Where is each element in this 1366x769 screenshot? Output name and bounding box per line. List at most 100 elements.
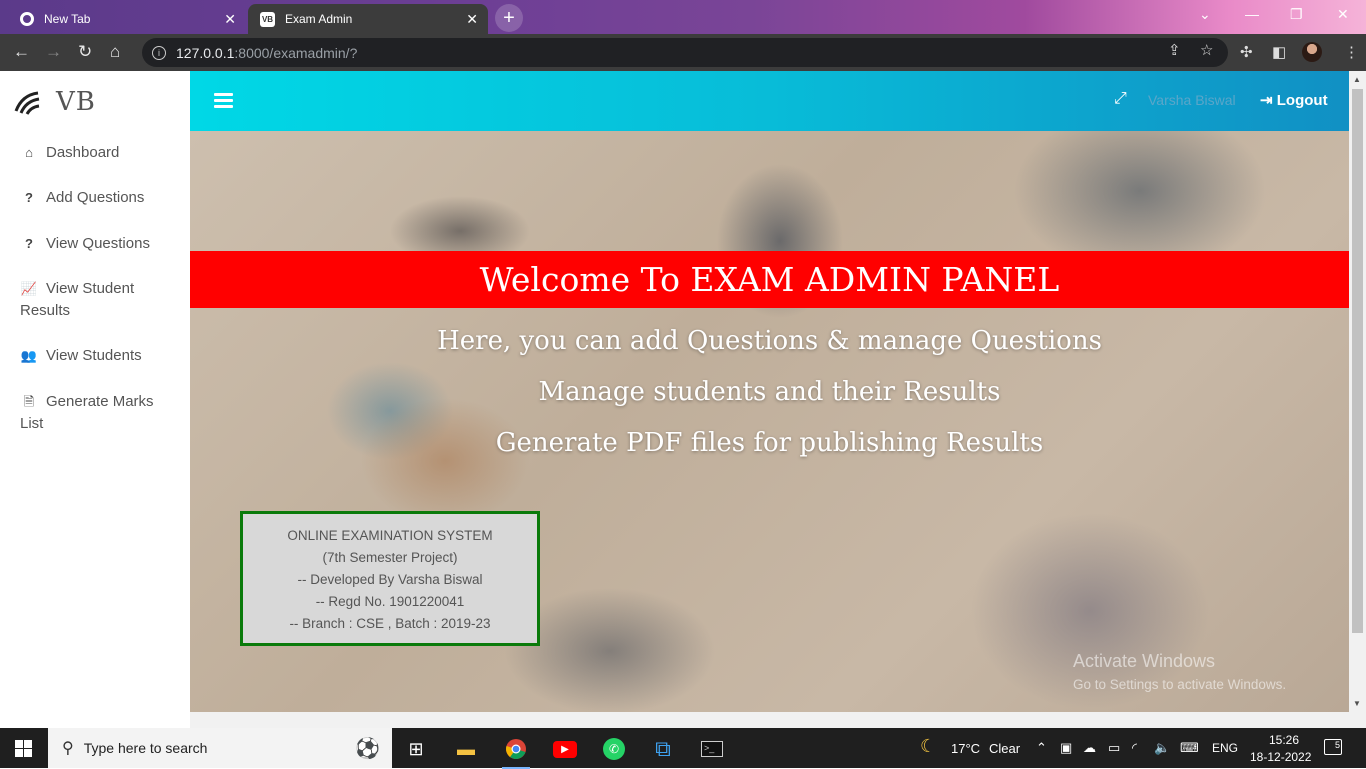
- project-info-box: ONLINE EXAMINATION SYSTEM (7th Semester …: [240, 511, 540, 646]
- question-icon: ?: [25, 190, 33, 205]
- sidebar-item-generate-marks-list[interactable]: 🗎 Generate Marks List: [20, 391, 180, 435]
- info-line: -- Branch : CSE , Batch : 2019-23: [289, 616, 491, 631]
- volume-icon[interactable]: 🔈: [1154, 740, 1170, 756]
- home-icon: ⌂: [25, 145, 33, 160]
- tab-close-icon[interactable]: ✕: [466, 11, 478, 28]
- onedrive-icon[interactable]: ☁: [1083, 740, 1096, 756]
- windows-start-icon[interactable]: [15, 740, 32, 757]
- profile-avatar[interactable]: [1302, 42, 1322, 62]
- weather-temp[interactable]: 17°C: [951, 741, 980, 756]
- notification-center-icon[interactable]: 5: [1324, 739, 1342, 755]
- fullscreen-icon[interactable]: ⤢: [1114, 90, 1127, 108]
- minimize-icon[interactable]: —: [1245, 6, 1259, 22]
- username: Varsha Biswal: [1148, 92, 1236, 108]
- sidebar-item-view-questions[interactable]: ? View Questions: [20, 233, 180, 255]
- new-tab-button[interactable]: +: [495, 4, 523, 32]
- info-line: -- Regd No. 1901220041: [315, 594, 465, 609]
- whatsapp-icon[interactable]: ✆: [594, 734, 634, 764]
- info-line: -- Developed By Varsha Biswal: [297, 572, 483, 587]
- youtube-icon[interactable]: ▶: [545, 734, 585, 764]
- welcome-banner: Welcome To EXAM ADMIN PANEL: [190, 251, 1349, 308]
- sidebar-item-label: View Questions: [46, 235, 150, 252]
- meet-now-icon[interactable]: ▣: [1060, 740, 1072, 756]
- sidebar-item-label: Generate Marks List: [20, 393, 154, 432]
- side-panel-icon[interactable]: ◧: [1272, 43, 1286, 61]
- tab-exam-admin[interactable]: VB Exam Admin ✕: [248, 4, 488, 34]
- top-header: ⤢ Varsha Biswal ⇥ Logout: [190, 71, 1349, 131]
- logout-button[interactable]: ⇥ Logout: [1260, 91, 1328, 109]
- extensions-icon[interactable]: ✣: [1240, 43, 1253, 61]
- hero-section: Welcome To EXAM ADMIN PANEL Here, you ca…: [190, 131, 1349, 712]
- browser-tab-strip: New Tab ✕ VB Exam Admin ✕ + ⌄ — ❐ ✕: [0, 0, 1366, 34]
- brand[interactable]: VB: [14, 87, 96, 117]
- back-icon[interactable]: ←: [13, 42, 30, 62]
- sidebar-item-add-questions[interactable]: ? Add Questions: [20, 187, 180, 209]
- notification-count: 5: [1334, 740, 1340, 750]
- info-line: ONLINE EXAMINATION SYSTEM: [287, 528, 493, 543]
- search-placeholder: Type here to search: [83, 740, 208, 756]
- sidebar-item-label: Dashboard: [46, 144, 120, 161]
- tab-close-icon[interactable]: ✕: [224, 11, 236, 28]
- chrome-icon: [506, 739, 526, 759]
- sidebar-item-view-student-results[interactable]: 📈 View Student Results: [20, 278, 180, 322]
- clock-time[interactable]: 15:26: [1264, 733, 1304, 747]
- tab-title: Exam Admin: [285, 12, 353, 26]
- logout-icon: ⇥: [1260, 92, 1273, 109]
- address-bar[interactable]: i 127.0.0.1:8000/examadmin/?: [142, 38, 1228, 67]
- tab-new-tab[interactable]: New Tab ✕: [8, 4, 246, 34]
- sidebar-item-dashboard[interactable]: ⌂ Dashboard: [20, 142, 180, 164]
- restore-icon[interactable]: ❐: [1290, 6, 1303, 23]
- taskbar-search-box[interactable]: ⚲ Type here to search ⚽: [48, 728, 392, 768]
- forward-icon[interactable]: →: [45, 42, 62, 62]
- tab-search-icon[interactable]: ⌄: [1199, 6, 1211, 23]
- share-icon[interactable]: ⇪: [1168, 41, 1181, 59]
- url-path: :8000/examadmin/?: [234, 44, 358, 61]
- hero-line: Here, you can add Questions & manage Que…: [437, 326, 1102, 356]
- search-icon: ⚲: [62, 740, 74, 757]
- question-icon: ?: [25, 236, 33, 251]
- windows-taskbar: ⚲ Type here to search ⚽ ⊞ ▬ ▶ ✆ ⧉ >_ ☾ 1…: [0, 728, 1366, 769]
- vertical-scrollbar[interactable]: ▲ ▼: [1349, 71, 1366, 712]
- scroll-up-icon[interactable]: ▲: [1353, 75, 1361, 84]
- browser-menu-icon[interactable]: ⋮: [1344, 43, 1359, 61]
- scrollbar-thumb[interactable]: [1352, 89, 1363, 633]
- language-indicator[interactable]: ENG: [1212, 741, 1238, 755]
- url-host: 127.0.0.1: [176, 44, 235, 61]
- task-view-icon[interactable]: ⊞: [396, 734, 436, 764]
- bookmark-star-icon[interactable]: ☆: [1200, 41, 1213, 59]
- chevron-up-icon[interactable]: ⌃: [1036, 740, 1047, 756]
- battery-icon[interactable]: ▭: [1108, 740, 1120, 756]
- pdf-file-icon: 🗎: [23, 394, 35, 409]
- hero-line: Generate PDF files for publishing Result…: [495, 428, 1044, 458]
- hero-line: Manage students and their Results: [538, 377, 1001, 407]
- close-window-icon[interactable]: ✕: [1337, 6, 1349, 23]
- logout-label: Logout: [1276, 92, 1328, 109]
- vb-favicon-icon: VB: [260, 11, 275, 27]
- chrome-taskbar-icon[interactable]: [496, 734, 536, 769]
- keyboard-icon[interactable]: ⌨: [1180, 740, 1199, 756]
- terminal-icon[interactable]: >_: [692, 734, 732, 764]
- scroll-down-icon[interactable]: ▼: [1353, 699, 1361, 708]
- clock-date[interactable]: 18-12-2022: [1250, 750, 1311, 764]
- sidebar-item-label: Add Questions: [46, 189, 145, 206]
- activate-windows-subtitle: Go to Settings to activate Windows.: [1073, 677, 1287, 692]
- file-explorer-icon[interactable]: ▬: [446, 734, 486, 764]
- chrome-icon: [20, 12, 34, 26]
- weather-moon-icon[interactable]: ☾: [920, 736, 936, 757]
- site-info-icon[interactable]: i: [152, 45, 166, 60]
- browser-toolbar: ← → ↻ ⌂ i 127.0.0.1:8000/examadmin/? ⇪ ☆…: [0, 34, 1366, 71]
- scrollbar-corner: [1349, 712, 1366, 728]
- search-highlight-icon: ⚽: [355, 738, 380, 760]
- wifi-icon[interactable]: ◜: [1132, 740, 1137, 756]
- weather-desc[interactable]: Clear: [989, 741, 1020, 756]
- users-icon: 👥: [20, 348, 38, 363]
- brand-name: VB: [56, 87, 96, 117]
- info-line: (7th Semester Project): [322, 550, 458, 565]
- line-chart-icon: 📈: [20, 281, 38, 296]
- home-icon[interactable]: ⌂: [110, 42, 120, 62]
- menu-toggle-icon[interactable]: [214, 93, 233, 108]
- sidebar-item-view-students[interactable]: 👥 View Students: [20, 345, 180, 367]
- reload-icon[interactable]: ↻: [78, 42, 92, 62]
- horizontal-scrollbar[interactable]: [190, 712, 1349, 728]
- vscode-icon[interactable]: ⧉: [643, 734, 683, 764]
